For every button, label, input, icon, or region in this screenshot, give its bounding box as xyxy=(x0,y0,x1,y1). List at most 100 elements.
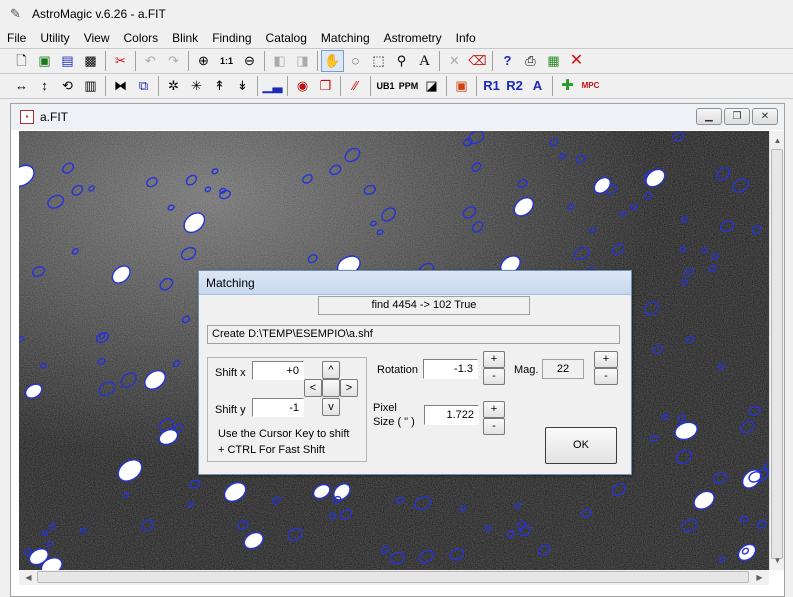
close-icon[interactable]: ✕ xyxy=(565,50,588,72)
toolbar-separator xyxy=(257,76,258,96)
eye-all-icon[interactable]: ◉ xyxy=(291,75,314,97)
restore-button[interactable]: ❐ xyxy=(724,108,750,125)
processing-toolbar: ↔ ↕ ⟲ ▥ ⧓ ⧉ ✲ ✳ ↟ ↡ ▁▃ ◉ ❐ ⁄⁄ UB1 PPM ◪ … xyxy=(10,74,602,98)
disabled-tool-icon[interactable]: ✕ xyxy=(443,50,466,72)
toolbar-separator xyxy=(264,51,265,71)
ok-button[interactable]: OK xyxy=(545,427,617,464)
calculator-icon[interactable]: ▥ xyxy=(79,75,102,97)
mpc-icon[interactable]: MPC xyxy=(579,75,602,97)
dark-frame-icon[interactable]: ◪ xyxy=(420,75,443,97)
zoom-1-1-icon[interactable]: 1:1 xyxy=(215,50,238,72)
star-detect-icon[interactable]: ✲ xyxy=(162,75,185,97)
r2-icon[interactable]: R2 xyxy=(503,75,526,97)
print-icon[interactable]: ⎙ xyxy=(519,50,542,72)
grid-icon[interactable]: ▦ xyxy=(542,50,565,72)
help-icon[interactable]: ? xyxy=(496,50,519,72)
mag-value-field: 22 xyxy=(542,359,584,379)
menu-blink[interactable]: Blink xyxy=(165,28,205,48)
close-window-button[interactable]: ✕ xyxy=(752,108,778,125)
toolbar-separator xyxy=(135,51,136,71)
stack-icon[interactable]: ⧉ xyxy=(132,75,155,97)
menu-file[interactable]: File xyxy=(0,28,33,48)
mag-label: Mag. xyxy=(514,364,539,376)
star-up-icon[interactable]: ↟ xyxy=(208,75,231,97)
menu-colors[interactable]: Colors xyxy=(116,28,165,48)
redo-icon[interactable]: ↷ xyxy=(162,50,185,72)
star-down-icon[interactable]: ↡ xyxy=(231,75,254,97)
rotation-input[interactable] xyxy=(423,359,478,379)
menu-finding[interactable]: Finding xyxy=(205,28,258,48)
menu-info[interactable]: Info xyxy=(449,28,483,48)
child-title-bar: ▪ a.FIT ▁ ❐ ✕ xyxy=(11,104,784,130)
star-detect-2-icon[interactable]: ✳ xyxy=(185,75,208,97)
cut-icon[interactable]: ✂ xyxy=(109,50,132,72)
menu-utility[interactable]: Utility xyxy=(33,28,76,48)
menu-view[interactable]: View xyxy=(77,28,117,48)
shift-left-button[interactable]: < xyxy=(304,379,322,397)
previous-frame-icon[interactable]: ◧ xyxy=(268,50,291,72)
ppm-tool-icon[interactable]: PPM xyxy=(397,75,420,97)
undo-icon[interactable]: ↶ xyxy=(139,50,162,72)
toolbar-divider xyxy=(0,98,793,99)
ub1-tool-icon[interactable]: UB1 xyxy=(374,75,397,97)
dashed-tool-icon[interactable]: ⁄⁄ xyxy=(344,75,367,97)
pixel-size-input[interactable] xyxy=(424,405,479,425)
save-file-icon[interactable]: ▤ xyxy=(56,50,79,72)
menu-matching[interactable]: Matching xyxy=(314,28,377,48)
copy-frame-icon[interactable]: ❐ xyxy=(314,75,337,97)
rect-select-icon[interactable]: ⬚ xyxy=(367,50,390,72)
vertical-scroll-thumb[interactable] xyxy=(771,149,783,559)
shift-x-label: Shift x xyxy=(215,367,246,379)
font-a-icon[interactable]: A xyxy=(526,75,549,97)
magnifier-icon[interactable]: ⚲ xyxy=(390,50,413,72)
shift-down-button[interactable]: v xyxy=(322,398,340,416)
toolbar-separator xyxy=(446,76,447,96)
menu-astrometry[interactable]: Astrometry xyxy=(377,28,449,48)
pixel-minus-button[interactable]: - xyxy=(483,418,505,435)
next-frame-icon[interactable]: ◨ xyxy=(291,50,314,72)
rotate-icon[interactable]: ⟲ xyxy=(56,75,79,97)
vertical-scrollbar[interactable]: ▲ ▼ xyxy=(769,131,784,570)
horizontal-scrollbar[interactable]: ◀ ▶ xyxy=(19,570,769,585)
histogram-icon[interactable]: ▁▃ xyxy=(261,75,284,97)
horizontal-scroll-thumb[interactable] xyxy=(37,571,749,583)
shift-x-input[interactable] xyxy=(252,361,304,380)
r1-icon[interactable]: R1 xyxy=(480,75,503,97)
flip-horizontal-icon[interactable]: ↔ xyxy=(10,75,33,97)
fits-document-icon: ▪ xyxy=(20,110,34,124)
lasso-select-icon[interactable]: ◌ xyxy=(344,50,367,72)
shift-y-input[interactable] xyxy=(252,398,304,417)
pixel-size-label-2: Size ( " ) xyxy=(373,416,415,428)
open-file-icon[interactable]: ▣ xyxy=(33,50,56,72)
child-window-buttons: ▁ ❐ ✕ xyxy=(696,108,778,125)
mag-minus-button[interactable]: - xyxy=(594,368,618,385)
marker-icon[interactable]: ▣ xyxy=(450,75,473,97)
menu-bar: File Utility View Colors Blink Finding Catalog… xyxy=(0,28,793,48)
scroll-up-icon[interactable]: ▲ xyxy=(770,133,785,148)
rotation-plus-button[interactable]: + xyxy=(483,351,505,368)
minimize-button[interactable]: ▁ xyxy=(696,108,722,125)
flip-vertical-icon[interactable]: ↕ xyxy=(33,75,56,97)
eraser-icon[interactable]: ⌫ xyxy=(466,50,489,72)
rotation-minus-button[interactable]: - xyxy=(483,368,505,385)
hand-pan-icon[interactable]: ✋ xyxy=(321,50,344,72)
text-tool-icon[interactable]: A xyxy=(413,50,436,72)
shift-right-button[interactable]: > xyxy=(340,379,358,397)
image-properties-icon[interactable]: ▩ xyxy=(79,50,102,72)
zoom-out-icon[interactable]: ⊖ xyxy=(238,50,261,72)
pixel-plus-button[interactable]: + xyxy=(483,401,505,418)
zoom-in-icon[interactable]: ⊕ xyxy=(192,50,215,72)
shift-center-button[interactable] xyxy=(322,379,340,397)
crosshair-icon[interactable]: ✚ xyxy=(556,75,579,97)
shift-up-button[interactable]: ^ xyxy=(322,361,340,379)
menu-catalog[interactable]: Catalog xyxy=(259,28,314,48)
toolbar-separator xyxy=(287,76,288,96)
toolbar-separator xyxy=(476,76,477,96)
scroll-right-icon[interactable]: ▶ xyxy=(752,570,767,585)
mag-plus-button[interactable]: + xyxy=(594,351,618,368)
align-icon[interactable]: ⧓ xyxy=(109,75,132,97)
scroll-down-icon[interactable]: ▼ xyxy=(770,553,785,568)
new-file-icon[interactable]: 🗋 xyxy=(10,50,33,72)
scroll-left-icon[interactable]: ◀ xyxy=(21,570,36,585)
astromagic-app-icon: ✎ xyxy=(10,6,21,21)
